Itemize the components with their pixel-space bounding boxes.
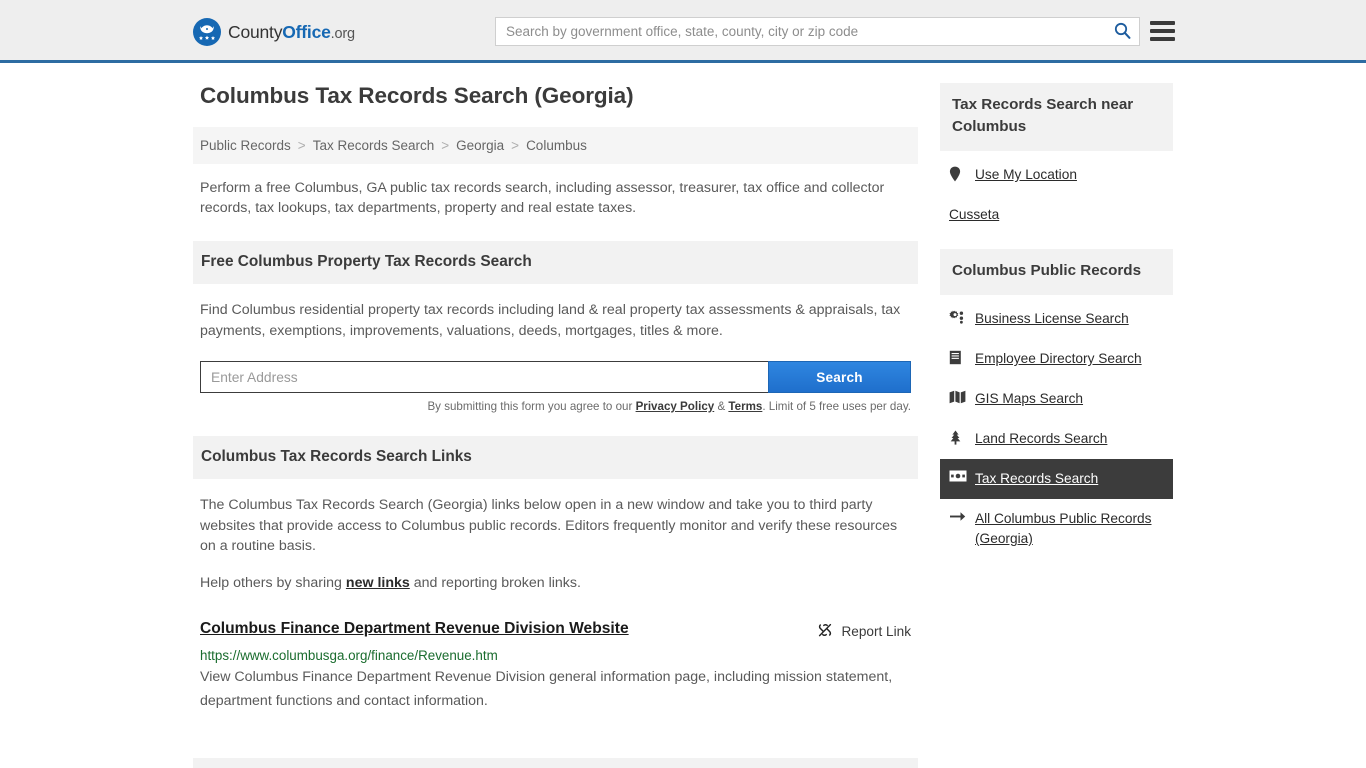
result-item: Columbus Finance Department Revenue Divi… — [200, 620, 911, 713]
form-disclaimer: By submitting this form you agree to our… — [200, 400, 911, 413]
brand-part-county: County — [228, 21, 283, 42]
site-logo[interactable]: CountyOffice.org — [193, 18, 355, 46]
eagle-seal-icon — [193, 18, 221, 46]
search-submit-button[interactable] — [1105, 18, 1139, 45]
property-search-description: Find Columbus residential property tax r… — [200, 302, 901, 339]
breadcrumb-separator-icon: > — [297, 138, 306, 153]
page-body: Columbus Tax Records Search (Georgia) Pu… — [0, 63, 1366, 768]
sidebar-header-near: Tax Records Search near Columbus — [940, 83, 1173, 151]
links-section-help: Help others by sharing new links and rep… — [200, 573, 911, 594]
section-header-find-records: Find Columbus Tax Records — [193, 758, 918, 768]
breadcrumb-separator-icon: > — [511, 138, 520, 153]
disclaimer-amp: & — [714, 400, 729, 413]
gears-icon — [949, 309, 967, 324]
sidebar-link[interactable]: GIS Maps Search — [975, 389, 1083, 409]
breadcrumb: Public Records > Tax Records Search > Ge… — [193, 127, 918, 164]
section-title: Columbus Tax Records Search Links — [201, 448, 472, 465]
result-description: View Columbus Finance Department Revenue… — [200, 669, 893, 709]
links-section-paragraph: The Columbus Tax Records Search (Georgia… — [200, 497, 898, 554]
sidebar-item-all-public-records[interactable]: All Columbus Public Records (Georgia) — [940, 499, 1173, 559]
main-column: Columbus Tax Records Search (Georgia) Pu… — [193, 83, 918, 768]
new-links-link[interactable]: new links — [346, 575, 410, 591]
help-prefix: Help others by sharing — [200, 574, 346, 591]
privacy-policy-link[interactable]: Privacy Policy — [636, 400, 715, 413]
section-header-search-links: Columbus Tax Records Search Links — [193, 436, 918, 479]
section-header-property-search: Free Columbus Property Tax Records Searc… — [193, 241, 918, 284]
breadcrumb-item-columbus[interactable]: Columbus — [526, 138, 587, 153]
disclaimer-suffix: . Limit of 5 free uses per day. — [762, 400, 911, 413]
money-bill-icon — [949, 469, 967, 482]
breadcrumb-item-georgia[interactable]: Georgia — [456, 138, 504, 153]
sidebar-item-tax-records-search[interactable]: Tax Records Search — [940, 459, 1173, 499]
brand-wordmark: CountyOffice.org — [228, 22, 355, 43]
sidebar-link[interactable]: All Columbus Public Records (Georgia) — [975, 509, 1163, 549]
content-container: Columbus Tax Records Search (Georgia) Pu… — [193, 83, 1173, 768]
sidebar-box-near: Tax Records Search near Columbus Use My … — [940, 83, 1173, 235]
sidebar-link[interactable]: Cusseta — [949, 205, 999, 225]
sidebar-item-land-records-search[interactable]: Land Records Search — [940, 419, 1173, 459]
sidebar-link[interactable]: Business License Search — [975, 309, 1129, 329]
global-search — [495, 17, 1140, 46]
address-search-button[interactable]: Search — [768, 361, 911, 393]
breadcrumb-item-tax-records-search[interactable]: Tax Records Search — [313, 138, 435, 153]
breadcrumb-separator-icon: > — [441, 138, 450, 153]
arrow-right-icon — [949, 509, 967, 523]
site-header: CountyOffice.org — [0, 0, 1366, 63]
sidebar: Tax Records Search near Columbus Use My … — [940, 83, 1173, 559]
result-url: https://www.columbusga.org/finance/Reven… — [200, 648, 498, 663]
sidebar-link[interactable]: Tax Records Search — [975, 469, 1098, 489]
tree-icon — [949, 429, 967, 445]
sidebar-heading: Columbus Public Records — [952, 262, 1142, 279]
brand-part-office: Office — [282, 21, 331, 42]
result-header-row: Columbus Finance Department Revenue Divi… — [200, 620, 911, 641]
map-pin-icon — [949, 165, 967, 182]
page-intro-text: Perform a free Columbus, GA public tax r… — [200, 180, 885, 216]
result-title-link[interactable]: Columbus Finance Department Revenue Divi… — [200, 620, 629, 638]
sidebar-item-use-my-location[interactable]: Use My Location — [940, 151, 1173, 195]
hamburger-menu-icon[interactable] — [1150, 19, 1175, 43]
sidebar-records-list: Business License Search Employee Directo… — [940, 295, 1173, 559]
address-search-form: Search — [200, 361, 911, 393]
global-search-input[interactable] — [496, 18, 1105, 45]
sidebar-header-public-records: Columbus Public Records — [940, 249, 1173, 295]
sidebar-item-gis-maps-search[interactable]: GIS Maps Search — [940, 379, 1173, 419]
sidebar-near-list: Use My Location Cusseta — [940, 151, 1173, 235]
report-link-button[interactable]: Report Link — [817, 620, 911, 641]
hamburger-bar — [1150, 29, 1175, 33]
hamburger-bar — [1150, 21, 1175, 25]
breadcrumb-item-public-records[interactable]: Public Records — [200, 138, 291, 153]
sidebar-heading: Tax Records Search near Columbus — [952, 96, 1134, 135]
search-icon — [1114, 22, 1131, 42]
section-title: Free Columbus Property Tax Records Searc… — [201, 253, 532, 270]
sidebar-item-cusseta[interactable]: Cusseta — [940, 195, 1173, 235]
disclaimer-prefix: By submitting this form you agree to our — [427, 400, 636, 413]
map-icon — [949, 389, 967, 404]
sidebar-item-employee-directory-search[interactable]: Employee Directory Search — [940, 339, 1173, 379]
help-suffix: and reporting broken links. — [409, 574, 581, 591]
terms-link[interactable]: Terms — [728, 400, 762, 413]
section-body-property-search: Find Columbus residential property tax r… — [193, 300, 918, 413]
sidebar-box-public-records: Columbus Public Records Business License… — [940, 249, 1173, 559]
brand-part-org: .org — [330, 25, 355, 42]
report-link-label: Report Link — [841, 624, 911, 639]
document-icon — [949, 349, 967, 365]
hamburger-bar — [1150, 37, 1175, 41]
sidebar-link[interactable]: Land Records Search — [975, 429, 1107, 449]
sidebar-link[interactable]: Employee Directory Search — [975, 349, 1142, 369]
section-body-search-links: The Columbus Tax Records Search (Georgia… — [193, 495, 918, 593]
page-title: Columbus Tax Records Search (Georgia) — [200, 83, 634, 108]
address-input[interactable] — [200, 361, 768, 393]
sidebar-link[interactable]: Use My Location — [975, 165, 1077, 185]
sidebar-item-business-license-search[interactable]: Business License Search — [940, 295, 1173, 339]
broken-link-icon — [817, 622, 833, 641]
